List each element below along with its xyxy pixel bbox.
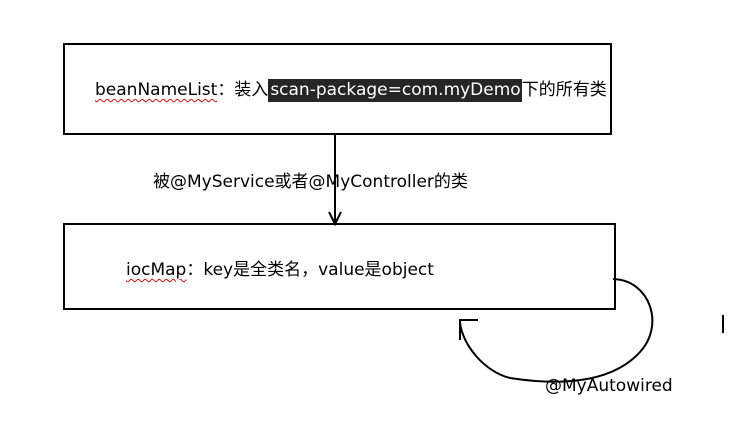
bean-name-list-text: beanNameList：装入 scan-package=com.myDemo下的…	[95, 79, 607, 102]
ioc-map-var: iocMap	[126, 260, 187, 280]
scan-package-highlight: scan-package=com.myDemo	[268, 79, 522, 102]
loop-label: @MyAutowired	[545, 376, 673, 396]
ioc-map-desc: ：key是全类名，value是object	[186, 260, 434, 280]
arrows-layer	[328, 135, 654, 383]
text-cursor	[722, 315, 724, 333]
ioc-map-text: iocMap：key是全类名，value是object	[126, 260, 434, 280]
edge-label: 被@MyService或者@MyController的类	[153, 172, 468, 192]
self-loop-arrow-head	[459, 319, 478, 340]
bean-name-list-var: beanNameList	[95, 80, 218, 100]
self-loop-arrow	[459, 278, 654, 383]
bean-name-list-sep: ：装入	[217, 80, 269, 100]
bean-name-list-suffix: 下的所有类	[521, 80, 607, 100]
